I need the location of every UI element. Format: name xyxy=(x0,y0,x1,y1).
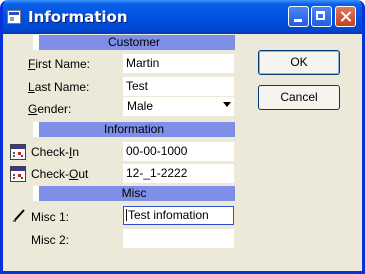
information-section-header: Information xyxy=(33,122,235,137)
first-name-label-rest: irst Name: xyxy=(35,57,91,71)
text-caret xyxy=(126,209,127,221)
misc1-label: Misc 1: xyxy=(31,210,70,224)
header-accent xyxy=(33,35,39,50)
last-name-label: Last Name: xyxy=(28,80,89,94)
check-out-label: Check-Out xyxy=(31,167,88,181)
check-out-accel: O xyxy=(69,167,79,181)
chevron-down-icon[interactable] xyxy=(223,102,231,107)
pencil-icon xyxy=(13,209,25,222)
misc-section-header: Misc xyxy=(33,186,235,201)
check-out-label-start: Check- xyxy=(31,167,70,181)
misc2-label: Misc 2: xyxy=(31,233,70,247)
calendar-icon xyxy=(10,144,26,160)
check-in-label: Check-In xyxy=(31,145,79,159)
close-button[interactable] xyxy=(335,6,356,27)
check-in-field[interactable]: 00-00-1000 xyxy=(123,142,234,161)
gender-dropdown[interactable]: Male xyxy=(123,97,234,116)
misc2-field[interactable] xyxy=(123,229,234,248)
calendar-icon xyxy=(10,166,26,182)
gender-label-rest: ender: xyxy=(37,102,72,116)
minimize-button[interactable] xyxy=(288,6,309,27)
cancel-button[interactable]: Cancel xyxy=(258,85,340,110)
last-name-field[interactable]: Test xyxy=(123,77,234,96)
gender-label: Gender: xyxy=(28,102,71,116)
customer-section-label: Customer xyxy=(107,35,160,49)
misc1-value: Test infomation xyxy=(128,208,209,222)
information-dialog: Information Customer First Name: Martin … xyxy=(0,0,365,274)
maximize-button[interactable] xyxy=(311,6,332,27)
misc1-field[interactable]: Test infomation xyxy=(123,206,234,225)
customer-section-header: Customer xyxy=(33,35,235,50)
first-name-field[interactable]: Martin xyxy=(123,54,234,73)
ok-button[interactable]: OK xyxy=(258,50,340,75)
information-section-label: Information xyxy=(103,122,165,136)
check-out-field[interactable]: 12-_1-2222 xyxy=(123,164,234,183)
header-accent xyxy=(33,186,39,201)
window-title: Information xyxy=(28,8,128,26)
check-in-label-end: n xyxy=(72,145,80,159)
last-name-accel: L xyxy=(28,80,35,94)
title-bar[interactable]: Information xyxy=(3,0,362,34)
header-accent xyxy=(33,122,39,137)
last-name-label-rest: ast Name: xyxy=(34,80,90,94)
gender-accel: G xyxy=(28,102,38,116)
check-in-label-start: Check- xyxy=(31,145,70,159)
gender-selected-value: Male xyxy=(127,99,154,113)
check-out-label-end: ut xyxy=(78,167,89,181)
form-icon xyxy=(7,10,21,24)
misc-section-label: Misc xyxy=(121,186,147,200)
first-name-label: First Name: xyxy=(28,57,90,71)
